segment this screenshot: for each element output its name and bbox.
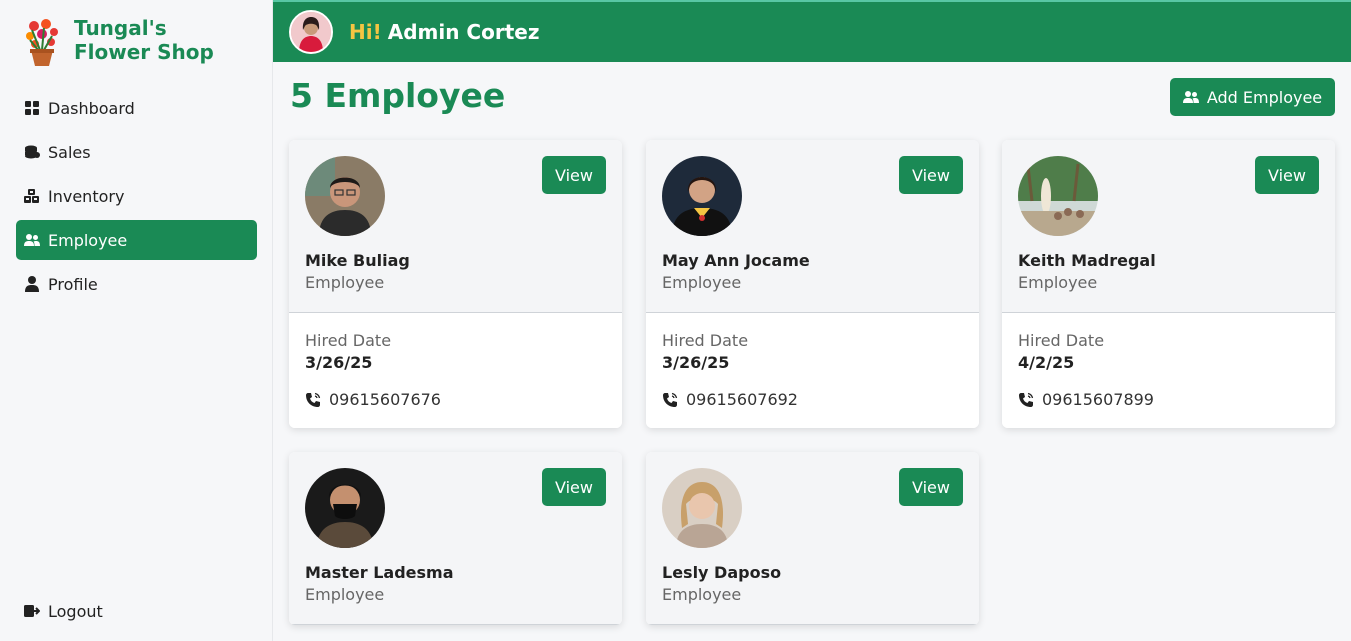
employee-photo [305, 468, 385, 548]
view-button[interactable]: View [542, 156, 606, 194]
phone-icon [662, 392, 678, 408]
phone-icon [1018, 392, 1034, 408]
brand-name: Tungal's Flower Shop [74, 16, 214, 64]
employee-card-details: Hired Date 4/2/25 09615607899 [1002, 313, 1335, 428]
greeting: Hi! Admin Cortez [349, 20, 539, 44]
logout-button[interactable]: Logout [16, 591, 257, 631]
add-employee-label: Add Employee [1206, 87, 1323, 107]
employee-name: Lesly Daposo [662, 563, 782, 582]
hired-date-label: Hired Date [662, 331, 749, 350]
logout-icon [24, 603, 40, 619]
employee-name: Mike Buliag [305, 251, 410, 270]
sidebar-item-label: Profile [48, 274, 98, 294]
sidebar-item-label: Employee [48, 230, 128, 250]
hired-date-value: 3/26/25 [305, 353, 373, 372]
phone-number: 09615607692 [686, 390, 798, 409]
phone-number: 09615607899 [1042, 390, 1154, 409]
sidebar-nav: Dashboard Sales Inventory Employee Profi… [16, 88, 257, 308]
employee-card-header: View Master Ladesma Employee [289, 452, 622, 625]
user-icon [24, 276, 40, 292]
employee-name: Keith Madregal [1018, 251, 1156, 270]
hired-date-label: Hired Date [1018, 331, 1105, 350]
view-button[interactable]: View [899, 468, 963, 506]
employee-role: Employee [662, 585, 742, 604]
employee-card-header: View Lesly Daposo Employee [646, 452, 979, 625]
employee-role: Employee [305, 585, 385, 604]
sidebar-item-label: Sales [48, 142, 91, 162]
employee-phone: 09615607899 [1018, 390, 1154, 409]
employee-role: Employee [1018, 273, 1098, 292]
employee-name: Master Ladesma [305, 563, 454, 582]
employee-phone: 09615607692 [662, 390, 798, 409]
employee-photo [662, 156, 742, 236]
employee-card-header: View Mike Buliag Employee [289, 140, 622, 313]
greeting-hi: Hi! [349, 20, 382, 44]
employee-card: View Keith Madregal Employee Hired Date … [1002, 140, 1335, 428]
employee-card: View Mike Buliag Employee Hired Date 3/2… [289, 140, 622, 428]
flower-pot-logo [22, 16, 62, 68]
hired-date-value: 4/2/25 [1018, 353, 1075, 372]
employee-card-details: Hired Date 3/26/25 09615607692 [646, 313, 979, 428]
employee-photo [305, 156, 385, 236]
view-button[interactable]: View [542, 468, 606, 506]
phone-icon [305, 392, 321, 408]
add-employee-button[interactable]: Add Employee [1170, 78, 1335, 116]
users-icon [24, 232, 40, 248]
sidebar-item-profile[interactable]: Profile [16, 264, 257, 304]
employee-card: View May Ann Jocame Employee Hired Date … [646, 140, 979, 428]
sidebar-item-inventory[interactable]: Inventory [16, 176, 257, 216]
employee-phone: 09615607676 [305, 390, 441, 409]
brand[interactable]: Tungal's Flower Shop [22, 16, 234, 68]
logout-label: Logout [48, 601, 103, 621]
view-button[interactable]: View [899, 156, 963, 194]
sidebar-item-sales[interactable]: Sales [16, 132, 257, 172]
hired-date-value: 3/26/25 [662, 353, 730, 372]
top-header: Hi! Admin Cortez [273, 0, 1351, 62]
phone-number: 09615607676 [329, 390, 441, 409]
employee-photo [1018, 156, 1098, 236]
employee-card-details: Hired Date 3/26/25 09615607676 [289, 313, 622, 428]
admin-avatar[interactable] [289, 10, 333, 54]
coins-icon [24, 144, 40, 160]
boxes-icon [24, 188, 40, 204]
view-button[interactable]: View [1255, 156, 1319, 194]
employee-card-header: View May Ann Jocame Employee [646, 140, 979, 313]
page-title: 5 Employee [290, 76, 506, 115]
dashboard-icon [24, 100, 40, 116]
sidebar-item-label: Dashboard [48, 98, 135, 118]
employee-card: View Lesly Daposo Employee [646, 452, 979, 625]
sidebar-item-employee[interactable]: Employee [16, 220, 257, 260]
employee-photo [662, 468, 742, 548]
employee-card-header: View Keith Madregal Employee [1002, 140, 1335, 313]
sidebar: Tungal's Flower Shop Dashboard Sales Inv… [0, 0, 273, 641]
employee-role: Employee [662, 273, 742, 292]
sidebar-item-dashboard[interactable]: Dashboard [16, 88, 257, 128]
employee-card: View Master Ladesma Employee [289, 452, 622, 625]
admin-name: Admin Cortez [387, 20, 540, 44]
employee-name: May Ann Jocame [662, 251, 810, 270]
hired-date-label: Hired Date [305, 331, 392, 350]
employee-role: Employee [305, 273, 385, 292]
sidebar-item-label: Inventory [48, 186, 125, 206]
users-icon [1182, 90, 1199, 104]
